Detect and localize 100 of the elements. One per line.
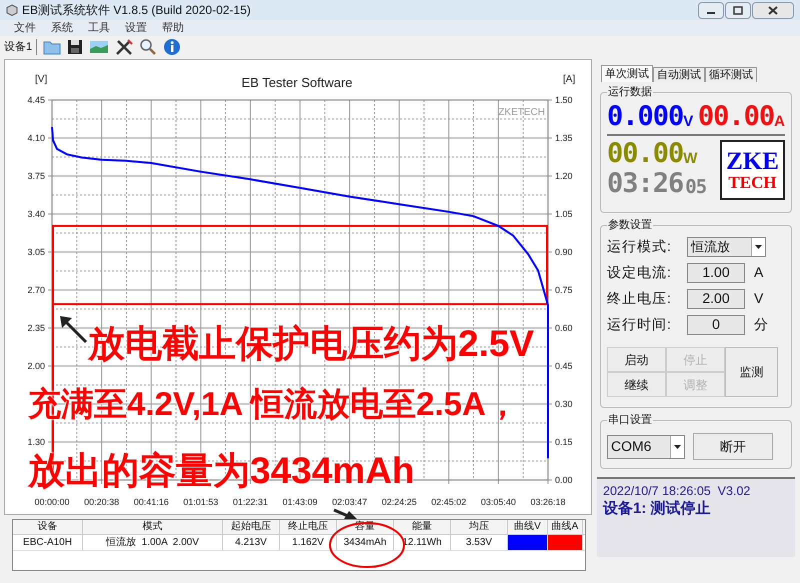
table-cell: 4.213V xyxy=(223,535,280,550)
tick-label: 4.10 xyxy=(27,133,45,143)
axis-label: [V] xyxy=(35,74,48,85)
tick-label: 01:43:09 xyxy=(282,497,318,507)
tick-label: 0.15 xyxy=(555,437,573,447)
tick-label: 01:01:53 xyxy=(183,497,218,507)
landscape-icon[interactable] xyxy=(89,39,110,55)
close-icon[interactable] xyxy=(752,2,794,18)
tick-label: 02:45:02 xyxy=(431,497,466,507)
app-icon xyxy=(6,4,18,16)
tick-label: 0.00 xyxy=(555,475,573,485)
tick-label: 2.00 xyxy=(27,361,45,371)
unit-label: A xyxy=(754,263,764,282)
arrow-drawing xyxy=(332,508,358,520)
unit-label: W xyxy=(683,151,698,166)
unit-label: V xyxy=(754,289,764,308)
status-line: 设备1: 测试停止 xyxy=(603,500,712,517)
tick-label: 03:26:18 xyxy=(530,497,566,507)
mode-select[interactable]: 恒流放 xyxy=(687,236,766,256)
tick-label: 00:41:16 xyxy=(134,497,169,507)
window-title: EB测试系统软件 V1.8.5 (Build 2020-02-15) xyxy=(22,2,251,19)
table-cell: 恒流放 1.00A 2.00V xyxy=(83,535,223,550)
info-icon[interactable] xyxy=(163,38,182,56)
folder-icon[interactable] xyxy=(43,39,62,55)
column-header[interactable]: 能量 xyxy=(394,520,451,534)
action-button[interactable]: 启动 xyxy=(607,347,666,372)
unit-label: V xyxy=(683,114,694,129)
tick-label: 2.35 xyxy=(27,323,45,333)
save-icon[interactable] xyxy=(67,39,84,55)
input-field[interactable]: 1.00 xyxy=(687,262,745,282)
lcd-reading: 03:26 xyxy=(607,170,684,197)
tick-label: 02:24:25 xyxy=(382,497,417,507)
column-header[interactable]: 均压 xyxy=(451,520,508,534)
tick-label: 3.75 xyxy=(27,171,45,181)
monitor-button[interactable]: 监测 xyxy=(725,347,778,397)
column-header[interactable]: 设备 xyxy=(13,520,83,534)
tick-label: 1.20 xyxy=(555,171,573,181)
tick-label: 03:05:40 xyxy=(480,497,516,507)
column-header[interactable]: 起始电压 xyxy=(223,520,280,534)
column-header[interactable]: 曲线A xyxy=(548,520,583,534)
group-title: 运行数据 xyxy=(607,85,653,99)
menu-item[interactable]: 设置 xyxy=(125,20,147,36)
tick-label: 2.70 xyxy=(27,285,45,295)
tick-label: 0.45 xyxy=(555,361,573,371)
lcd-reading: 00.00 xyxy=(607,140,684,167)
field-label: 运行模式: xyxy=(607,237,673,256)
axis-label: [A] xyxy=(563,74,576,85)
group-title: 串口设置 xyxy=(607,413,653,427)
table-cell: 3434mAh xyxy=(337,535,394,550)
lcd-reading: 00.00 xyxy=(698,103,774,130)
caret-icon xyxy=(755,244,762,248)
lcd-reading: 05 xyxy=(685,178,706,197)
minimize-icon[interactable] xyxy=(698,2,724,18)
tab[interactable]: 循环测试 xyxy=(705,67,757,82)
menu-item[interactable]: 文件 xyxy=(14,20,36,36)
field-label: 终止电压: xyxy=(607,289,673,308)
action-button[interactable]: 继续 xyxy=(607,372,666,397)
port-select[interactable]: COM6 xyxy=(607,434,685,458)
tick-label: 3.40 xyxy=(27,209,45,219)
search-icon[interactable] xyxy=(139,39,158,55)
field-label: 运行时间: xyxy=(607,315,673,334)
tick-label: 0.75 xyxy=(555,285,573,295)
disconnect-button[interactable]: 断开 xyxy=(693,433,773,460)
maximize-icon[interactable] xyxy=(725,2,751,18)
column-header[interactable]: 曲线V xyxy=(508,520,548,534)
field-label: 设定电流: xyxy=(607,263,673,282)
input-field[interactable]: 0 xyxy=(687,314,745,334)
unit-label: 分 xyxy=(754,315,768,334)
tick-label: 0.60 xyxy=(555,323,573,333)
lcd-reading: 0.000 xyxy=(607,103,684,130)
logo-text: ZKE xyxy=(726,149,779,174)
tick-label: 0.30 xyxy=(555,399,573,409)
group-title: 参数设置 xyxy=(607,218,653,232)
tick-label: 0.90 xyxy=(555,247,573,257)
status-line: 2022/10/7 18:26:05 V3.02 xyxy=(603,483,752,500)
menu-item[interactable]: 工具 xyxy=(88,20,110,36)
annotation-text: 放出的容量为3434mAh xyxy=(28,452,415,489)
tick-label: 1.05 xyxy=(555,209,573,219)
tick-label: 1.30 xyxy=(27,437,45,447)
logo-text: TECH xyxy=(728,174,777,191)
table-cell: 1.162V xyxy=(280,535,337,550)
tick-label: 3.05 xyxy=(27,247,45,257)
tick-label: 01:22:31 xyxy=(232,497,268,507)
menu-item[interactable]: 帮助 xyxy=(162,20,184,36)
column-header[interactable]: 终止电压 xyxy=(280,520,337,534)
tab[interactable]: 单次测试 xyxy=(601,65,653,82)
table-cell: EBC-A10H xyxy=(13,535,83,550)
tick-label: 4.45 xyxy=(27,95,45,105)
tick-label: 00:00:00 xyxy=(34,497,70,507)
annotation-text: 放电截止保护电压约为2.5V xyxy=(88,325,534,362)
tools-icon[interactable] xyxy=(115,39,134,55)
tick-label: 00:20:38 xyxy=(84,497,120,507)
input-field[interactable]: 2.00 xyxy=(687,288,745,308)
tab[interactable]: 自动测试 xyxy=(653,67,705,82)
tick-label: 1.50 xyxy=(555,95,573,105)
column-header[interactable]: 模式 xyxy=(83,520,223,534)
tick-label: 02:03:47 xyxy=(332,497,368,507)
menu-item[interactable]: 系统 xyxy=(51,20,73,36)
unit-label: A xyxy=(774,114,785,129)
device-tab[interactable]: 设备1 xyxy=(4,38,38,56)
